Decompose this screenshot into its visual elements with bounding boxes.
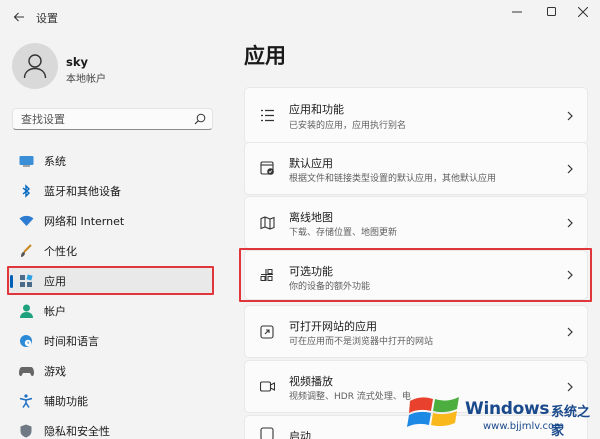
chevron-right-icon: [567, 218, 573, 227]
gamepad-icon: [18, 363, 34, 379]
sidebar-item-label: 蓝牙和其他设备: [44, 185, 121, 198]
minimize-button[interactable]: [500, 2, 534, 22]
sidebar-item-bluetooth[interactable]: 蓝牙和其他设备: [8, 177, 212, 205]
shield-icon: [18, 423, 34, 439]
sidebar-item-personalization[interactable]: 个性化: [8, 237, 212, 265]
card-default-apps[interactable]: 默认应用 根据文件和链接类型设置的默认应用，其他默认应用: [244, 142, 588, 195]
watermark-brand: Windows: [465, 399, 550, 419]
minimize-icon: [512, 11, 522, 13]
accessibility-icon: [18, 393, 34, 409]
search-input[interactable]: [21, 112, 191, 126]
chevron-right-icon: [567, 270, 573, 280]
sidebar-item-label: 时间和语言: [44, 335, 99, 348]
watermark-url: www.bjjmlv.com: [483, 421, 564, 432]
chevron-right-icon: [567, 327, 573, 336]
sidebar-item-accessibility[interactable]: 辅助功能: [8, 387, 212, 415]
sidebar-item-accounts[interactable]: 帐户: [8, 297, 212, 325]
back-button[interactable]: [8, 6, 30, 28]
sidebar-item-label: 隐私和安全性: [44, 425, 110, 438]
startup-icon: [259, 426, 275, 439]
card-optional-features[interactable]: 可选功能 你的设备的额外功能: [244, 250, 588, 300]
sidebar-item-label: 辅助功能: [44, 395, 88, 408]
maximize-button[interactable]: [535, 2, 569, 22]
sidebar-item-privacy[interactable]: 隐私和安全性: [8, 417, 212, 439]
close-button[interactable]: [566, 2, 600, 22]
watermark-suffix: 系统之家: [551, 405, 591, 439]
arrow-left-icon: [13, 12, 24, 22]
sidebar-item-apps[interactable]: 应用: [8, 267, 212, 295]
search-box[interactable]: [12, 108, 213, 130]
maximize-icon: [547, 7, 556, 16]
card-title: 默认应用: [289, 157, 333, 170]
card-offline-maps[interactable]: 离线地图 下载、存储位置、地图更新: [244, 196, 588, 249]
sidebar-item-label: 应用: [44, 275, 66, 288]
card-title: 应用和功能: [289, 103, 344, 116]
sidebar-item-label: 帐户: [44, 305, 66, 318]
card-description: 下载、存储位置、地图更新: [289, 228, 398, 238]
account-type: 本地帐户: [66, 74, 106, 85]
sidebar-item-label: 网络和 Internet: [44, 215, 125, 228]
card-description: 可在应用而不是浏览器中打开的网站: [289, 337, 434, 347]
sidebar-item-gaming[interactable]: 游戏: [8, 357, 212, 385]
video-icon: [259, 379, 275, 395]
card-description: 已安装的应用，应用执行别名: [289, 121, 407, 131]
close-icon: [578, 7, 588, 17]
default-app-icon: [259, 161, 275, 177]
list-icon: [259, 108, 275, 124]
title-bar: 设置: [0, 0, 600, 34]
page-title: 应用: [244, 44, 286, 68]
card-description: 你的设备的额外功能: [289, 282, 371, 292]
card-description: 根据文件和链接类型设置的默认应用，其他默认应用: [289, 174, 497, 184]
card-description: 视频调整、HDR 流式处理、电: [289, 392, 411, 402]
apps-icon: [18, 273, 34, 289]
sidebar-item-network[interactable]: 网络和 Internet: [8, 207, 212, 235]
card-title: 离线地图: [289, 211, 333, 224]
sidebar-item-time-language[interactable]: 时间和语言: [8, 327, 212, 355]
app-title: 设置: [36, 12, 58, 25]
card-apps-features[interactable]: 应用和功能 已安装的应用，应用执行别名: [244, 87, 588, 144]
monitor-icon: [18, 153, 34, 169]
card-title: 启动: [289, 430, 311, 439]
map-icon: [259, 215, 275, 231]
chevron-right-icon: [567, 164, 573, 173]
sidebar-item-label: 游戏: [44, 365, 66, 378]
sidebar-item-label: 系统: [44, 155, 66, 168]
chevron-right-icon: [567, 111, 573, 120]
card-title: 视频播放: [289, 375, 333, 388]
person-icon: [23, 54, 47, 79]
wifi-icon: [18, 213, 34, 229]
card-title: 可打开网站的应用: [289, 320, 377, 333]
sidebar-item-label: 个性化: [44, 245, 77, 258]
sidebar-item-system[interactable]: 系统: [8, 147, 212, 175]
card-title: 可选功能: [289, 265, 333, 278]
person-icon: [18, 303, 34, 319]
user-name: sky: [66, 55, 88, 69]
windows-logo-icon: [407, 397, 459, 427]
search-icon[interactable]: [194, 113, 206, 125]
bluetooth-icon: [18, 183, 34, 199]
open-web-icon: [259, 324, 275, 340]
optional-features-icon: [259, 267, 275, 283]
card-apps-for-websites[interactable]: 可打开网站的应用 可在应用而不是浏览器中打开的网站: [244, 305, 588, 358]
globe-clock-icon: [18, 333, 34, 349]
brush-icon: [18, 243, 34, 259]
avatar[interactable]: [12, 43, 58, 89]
watermark: Windows 系统之家 www.bjjmlv.com: [403, 387, 600, 439]
